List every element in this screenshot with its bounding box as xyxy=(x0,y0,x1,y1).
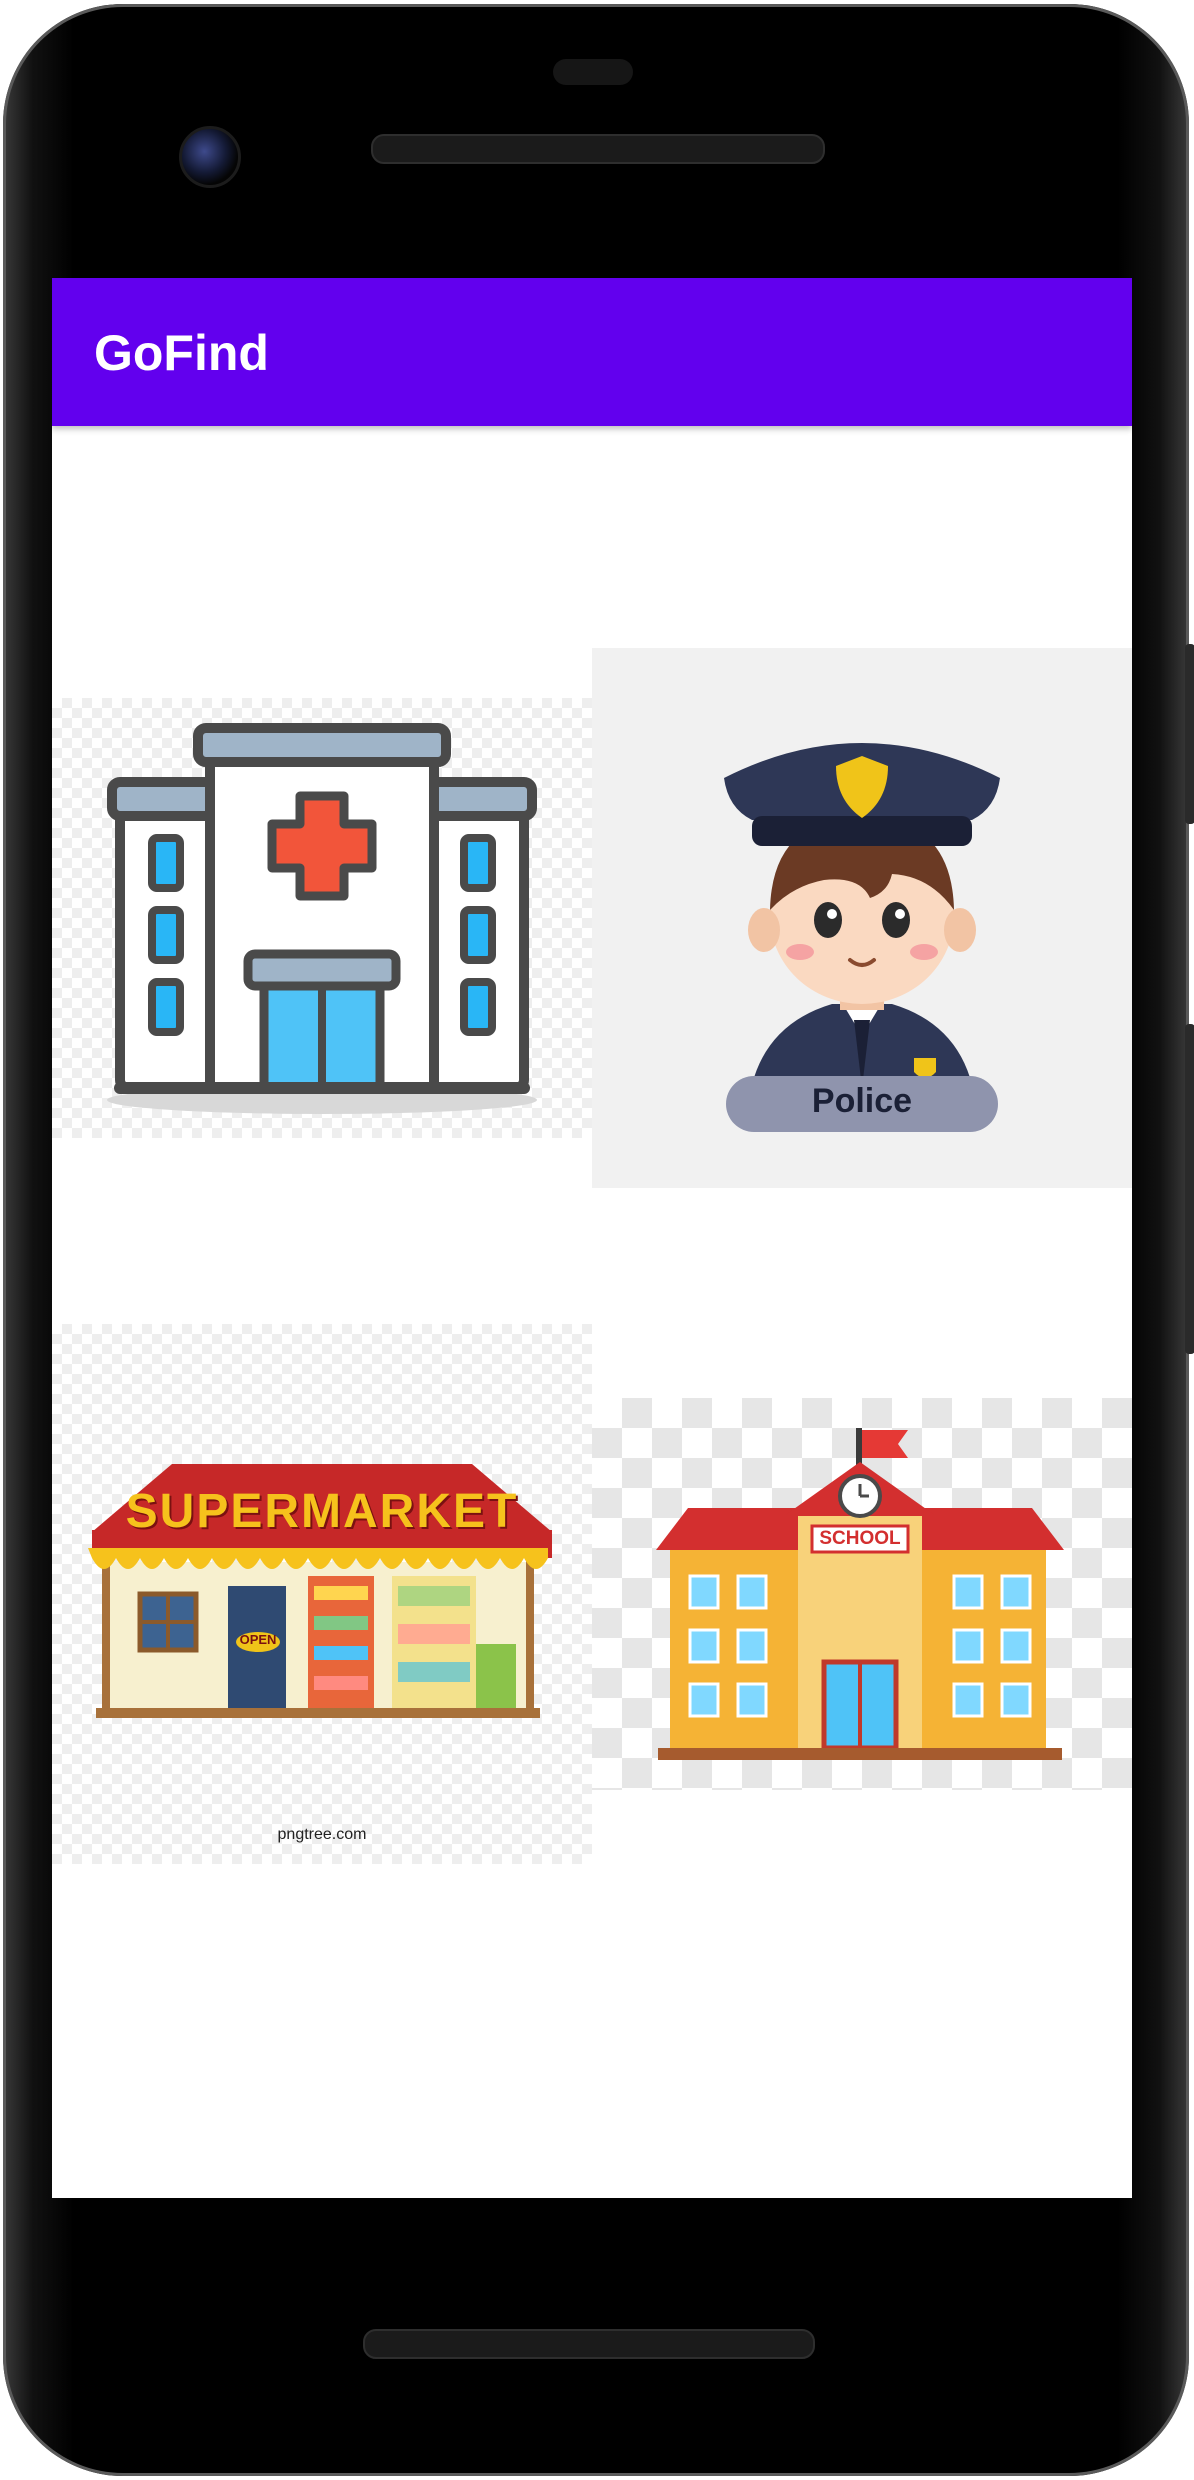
app-title: GoFind xyxy=(94,325,269,381)
supermarket-sign: SUPERMARKET xyxy=(125,1485,519,1538)
police-tile[interactable]: Police xyxy=(592,648,1132,1188)
front-camera-icon xyxy=(179,126,241,188)
school-sign: SCHOOL xyxy=(819,1528,901,1549)
supermarket-store-icon xyxy=(88,1464,552,1718)
pngtree-watermark: pngtree.com xyxy=(277,1826,367,1843)
power-button xyxy=(1185,644,1194,824)
phone-notch xyxy=(553,59,633,85)
hospital-tile[interactable] xyxy=(52,698,592,1138)
police-label: Police xyxy=(811,1082,913,1120)
earpiece-speaker xyxy=(371,134,825,164)
school-tile[interactable]: SCHOOL xyxy=(592,1398,1132,1790)
open-sign: OPEN xyxy=(239,1632,277,1647)
volume-button xyxy=(1185,1024,1194,1354)
app-bar: GoFind xyxy=(52,278,1132,426)
school-building-icon xyxy=(656,1428,1064,1760)
bottom-speaker xyxy=(363,2329,815,2359)
hospital-building-icon xyxy=(107,723,537,1114)
app-screen: GoFind Police SUPERMARKET OPEN pngtree.c… xyxy=(52,278,1132,2198)
supermarket-tile[interactable]: SUPERMARKET OPEN pngtree.com xyxy=(52,1324,592,1864)
